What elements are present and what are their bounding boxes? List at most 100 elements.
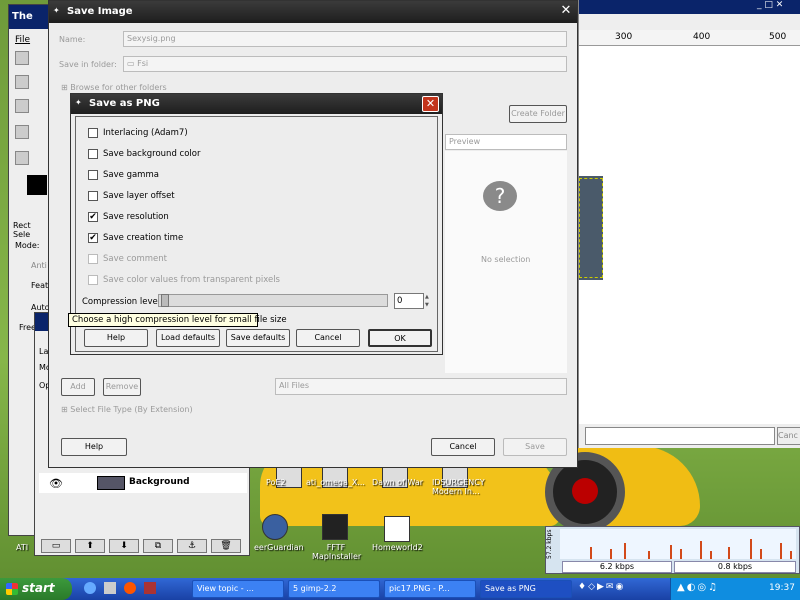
ie-quicklaunch-icon[interactable] — [84, 582, 96, 594]
folder-value: Fsi — [137, 59, 149, 68]
desktop-icon-label: Homeworld2 — [372, 543, 423, 552]
desktop-icon-fftf[interactable] — [322, 514, 348, 540]
clock[interactable]: 19:37 — [769, 583, 795, 593]
option-resolution[interactable]: ✔ Save resolution — [88, 211, 388, 225]
file-filter-select[interactable]: All Files — [275, 378, 567, 395]
desktop-icon-label: ati_omega_X... — [306, 478, 365, 487]
no-selection-label: No selection — [481, 255, 531, 264]
name-input[interactable]: Sexysig.png — [123, 31, 567, 47]
foreground-color-swatch[interactable] — [27, 175, 47, 195]
layer-boundary — [579, 178, 603, 278]
gimp-icon: ✦ — [75, 98, 82, 107]
save-defaults-button[interactable]: Save defaults — [226, 329, 290, 347]
taskbar-button-firefox[interactable]: View topic - ... — [192, 580, 284, 598]
taskbar-button-save-png[interactable]: Save as PNG — [480, 580, 572, 598]
lasso-tool-icon[interactable] — [15, 75, 29, 89]
ok-button[interactable]: OK — [368, 329, 432, 347]
cancel-button[interactable]: Cancel — [296, 329, 360, 347]
option-label: Interlacing (Adam7) — [103, 128, 188, 138]
ruler-tick: 500 — [769, 32, 787, 42]
gimp-image-window: _ □ ✕ 300 400 500 Canc — [578, 0, 800, 448]
status-field — [585, 427, 775, 445]
taskbar-button-gimp[interactable]: 5 gimp-2.2 — [288, 580, 380, 598]
menu-file[interactable]: File — [15, 35, 30, 45]
option-label: Save resolution — [103, 212, 169, 222]
anchor-layer-icon[interactable]: ⚓ — [177, 539, 207, 553]
expander-icon: ⊞ — [61, 83, 71, 92]
create-folder-button[interactable]: Create Folder — [509, 105, 567, 123]
cancel-button[interactable]: Cancel — [431, 438, 495, 456]
antialias-label: Anti — [31, 261, 47, 270]
rect-select-tool-icon[interactable] — [15, 51, 29, 65]
image-canvas[interactable] — [579, 46, 800, 424]
tray-icons[interactable]: ▲◐◎♫ — [677, 582, 719, 593]
duplicate-layer-icon[interactable]: ⧉ — [143, 539, 173, 553]
close-icon[interactable]: ✕ — [557, 3, 575, 20]
option-interlacing[interactable]: Interlacing (Adam7) — [88, 127, 388, 141]
file-type-expander[interactable]: ⊞ Select File Type (By Extension) — [61, 405, 193, 414]
bucket-fill-tool-icon[interactable] — [15, 125, 29, 139]
checkbox[interactable] — [88, 170, 98, 180]
layer-thumbnail — [97, 476, 125, 490]
save-image-titlebar[interactable]: Save Image — [49, 1, 577, 23]
save-button[interactable]: Save — [503, 438, 567, 456]
option-gamma[interactable]: Save gamma — [88, 169, 388, 183]
horizontal-ruler: 300 400 500 — [579, 30, 800, 46]
lower-layer-icon[interactable]: ⬇ — [109, 539, 139, 553]
option-background-color[interactable]: Save background color — [88, 148, 388, 162]
layer-row-background[interactable]: 👁 Background — [39, 473, 247, 493]
start-label: start — [22, 581, 55, 595]
net-in-speed: 6.2 kbps — [562, 561, 672, 573]
toolbox-title: The — [9, 5, 51, 29]
new-layer-icon[interactable]: ▭ — [41, 539, 71, 553]
checkbox[interactable] — [88, 128, 98, 138]
png-dialog-titlebar[interactable]: Save as PNG — [71, 94, 442, 114]
browse-label: Browse for other folders — [70, 83, 167, 92]
cancel-button[interactable]: Canc — [777, 427, 800, 445]
checkbox-disabled — [88, 254, 98, 264]
firefox-quicklaunch-icon[interactable] — [124, 582, 136, 594]
compression-slider[interactable] — [158, 294, 388, 307]
checkbox-checked[interactable]: ✔ — [88, 212, 98, 222]
mode-label: Mode: — [15, 241, 40, 250]
folder-label: Save in folder: — [59, 60, 117, 69]
preview-label: Preview — [445, 134, 567, 150]
checkbox-checked[interactable]: ✔ — [88, 233, 98, 243]
checkbox[interactable] — [88, 149, 98, 159]
raise-layer-icon[interactable]: ⬆ — [75, 539, 105, 553]
window-controls[interactable]: _ □ ✕ — [757, 0, 800, 14]
desktop-icon-peerguardian[interactable] — [262, 514, 288, 540]
option-creation-time[interactable]: ✔ Save creation time — [88, 232, 388, 246]
preview-area: ? No selection — [445, 151, 567, 373]
add-button[interactable]: Add — [61, 378, 95, 396]
spin-arrows-icon[interactable]: ▲ ▼ — [425, 293, 432, 309]
app-quicklaunch-icon[interactable] — [144, 582, 156, 594]
start-button[interactable]: start — [0, 578, 72, 600]
option-layer-offset[interactable]: Save layer offset — [88, 190, 388, 204]
compression-spinbox[interactable]: 0 — [394, 293, 424, 309]
load-defaults-button[interactable]: Load defaults — [156, 329, 220, 347]
ruler-tick: 400 — [693, 32, 711, 42]
fuzzy-select-tool-icon[interactable] — [15, 99, 29, 113]
taskbar-button-paint[interactable]: pic17.PNG - P... — [384, 580, 476, 598]
slider-thumb[interactable] — [161, 294, 169, 307]
layer-mode-label: La — [39, 347, 49, 356]
taskbar-extra-icons[interactable]: ♦◇▶✉◉ — [578, 582, 666, 596]
net-out-speed: 0.8 kbps — [674, 561, 796, 573]
eye-icon[interactable]: 👁 — [49, 477, 63, 490]
option-label: Save layer offset — [103, 191, 175, 201]
close-icon[interactable]: ✕ — [422, 96, 439, 112]
pencil-tool-icon[interactable] — [15, 151, 29, 165]
checkbox[interactable] — [88, 191, 98, 201]
desktop-quicklaunch-icon[interactable] — [104, 582, 116, 594]
browse-expander[interactable]: ⊞ Browse for other folders — [61, 83, 167, 92]
help-button[interactable]: Help — [61, 438, 127, 456]
option-comment: Save comment — [88, 253, 388, 267]
tooltip: Choose a high compression level for smal… — [68, 313, 287, 327]
expander-icon: ⊞ — [61, 405, 71, 414]
folder-select[interactable]: ▭ Fsi — [123, 56, 567, 72]
remove-button[interactable]: Remove — [103, 378, 141, 396]
desktop-icon-homeworld2[interactable] — [384, 516, 410, 542]
help-button[interactable]: Help — [84, 329, 148, 347]
delete-layer-icon[interactable]: 🗑 — [211, 539, 241, 553]
